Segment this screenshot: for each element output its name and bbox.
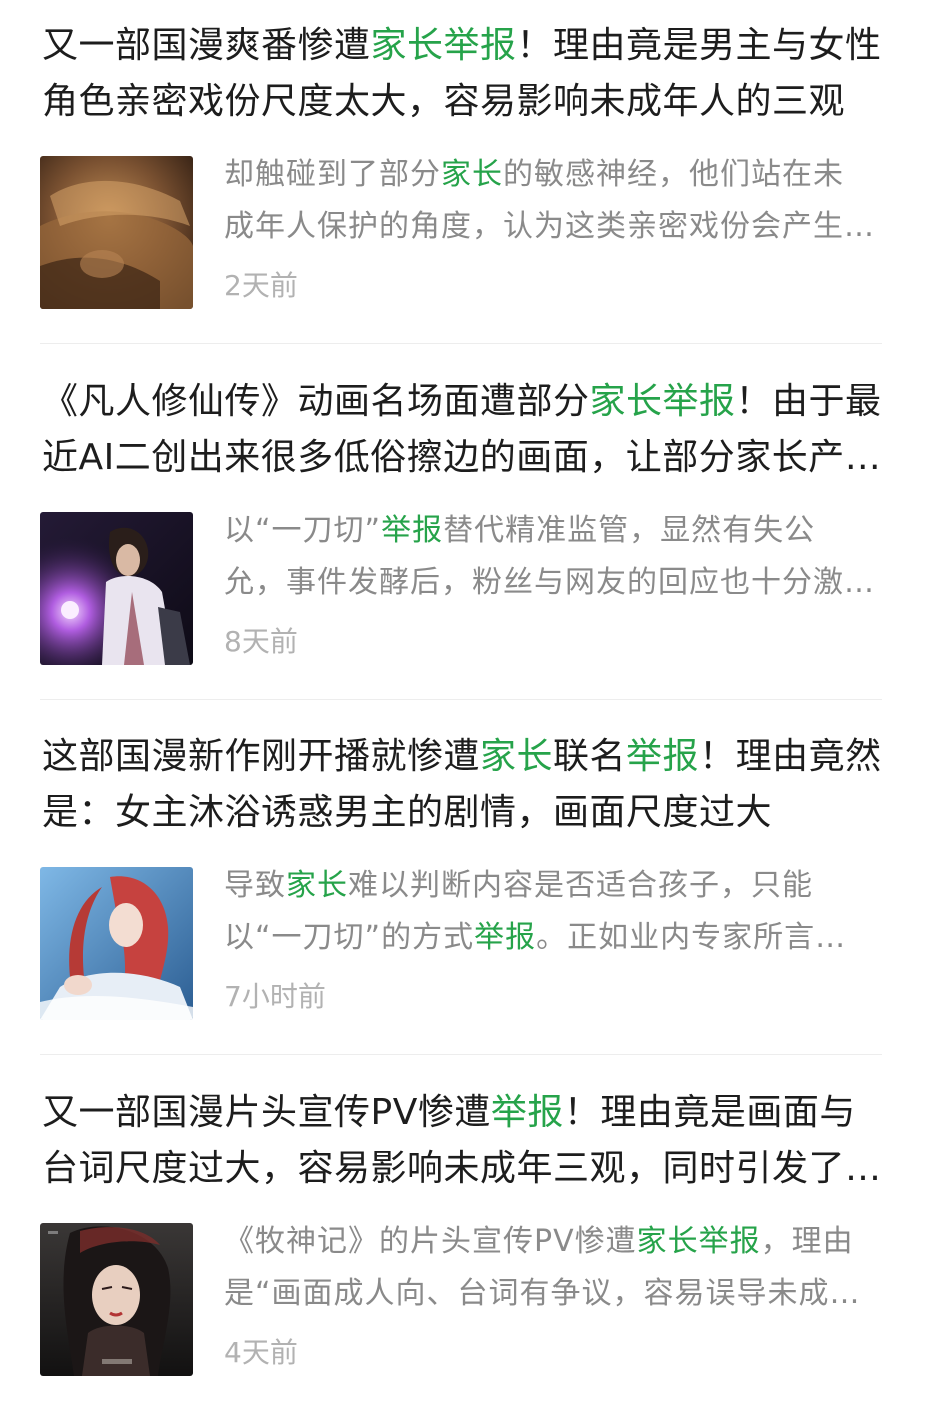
- result-item-2[interactable]: 《凡人修仙传》动画名场面遭部分家长举报！由于最近AI二创出来很多低俗擦边的画面，…: [0, 356, 936, 711]
- result-title[interactable]: 又一部国漫爽番惨遭家长举报！理由竟是男主与女性角色亲密戏份尺度太大，容易影响未成…: [42, 18, 882, 130]
- snippet-keyword-highlight: 举报: [381, 513, 444, 548]
- snippet-text: 却触碰到了部分: [224, 157, 441, 192]
- result-timestamp: 7小时前: [224, 980, 326, 1013]
- snippet-keyword-highlight: 家长: [441, 157, 503, 192]
- title-keyword-highlight: 家长: [480, 736, 554, 777]
- title-text: 联名: [553, 736, 627, 777]
- snippet-text: 以“一刀切”: [224, 513, 382, 548]
- title-keyword-highlight: 家长举报: [370, 25, 517, 66]
- result-timestamp: 2天前: [224, 269, 298, 302]
- result-item-3[interactable]: 这部国漫新作刚开播就惨遭家长联名举报！理由竟然是：女主沐浴诱惑男主的剧情，画面尺…: [0, 711, 936, 1066]
- snippet-keyword-highlight: 家长举报: [636, 1224, 761, 1259]
- cultivator-purple-magic-thumbnail: [40, 512, 193, 665]
- result-snippet: 《牧神记》的片头宣传PV惨遭家长举报，理由是“画面成人向、台词有争议，容易误导未…: [224, 1216, 874, 1320]
- title-text: 这部国漫新作刚开播就惨遭: [42, 736, 481, 777]
- result-title[interactable]: 又一部国漫片头宣传PV惨遭举报！理由竟是画面与台词尺度过大，容易影响未成年三观，…: [42, 1085, 882, 1197]
- title-text: 又一部国漫爽番惨遭: [42, 25, 371, 66]
- snippet-keyword-highlight: 家长: [286, 868, 348, 903]
- result-snippet: 却触碰到了部分家长的敏感神经，他们站在未成年人保护的角度，认为这类亲密戏份会产生…: [224, 149, 874, 253]
- result-timestamp: 8天前: [224, 625, 298, 658]
- divider: [40, 343, 882, 344]
- result-snippet: 导致家长难以判断内容是否适合孩子，只能以“一刀切”的方式举报。正如业内专家所言，…: [224, 860, 874, 964]
- result-item-4[interactable]: 又一部国漫片头宣传PV惨遭举报！理由竟是画面与台词尺度过大，容易影响未成年三观，…: [0, 1067, 936, 1422]
- result-title[interactable]: 《凡人修仙传》动画名场面遭部分家长举报！由于最近AI二创出来很多低俗擦边的画面，…: [42, 374, 882, 486]
- result-thumbnail[interactable]: [40, 156, 193, 309]
- result-thumbnail[interactable]: [40, 1223, 193, 1376]
- result-title[interactable]: 这部国漫新作刚开播就惨遭家长联名举报！理由竟然是：女主沐浴诱惑男主的剧情，画面尺…: [42, 729, 882, 841]
- title-text: 《凡人修仙传》动画名场面遭部分: [42, 381, 590, 422]
- title-keyword-highlight: 举报: [490, 1092, 564, 1133]
- title-keyword-highlight: 举报: [626, 736, 700, 777]
- divider: [40, 699, 882, 700]
- result-timestamp: 4天前: [224, 1336, 298, 1369]
- snippet-text: 《牧神记》的片头宣传PV惨遭: [224, 1224, 637, 1259]
- anime-intimate-scene-thumbnail: [40, 156, 193, 309]
- result-item-1[interactable]: 又一部国漫爽番惨遭家长举报！理由竟是男主与女性角色亲密戏份尺度太大，容易影响未成…: [0, 0, 936, 355]
- snippet-text: 导致: [224, 868, 286, 903]
- title-keyword-highlight: 家长举报: [589, 381, 736, 422]
- result-thumbnail[interactable]: [40, 867, 193, 1020]
- dark-haired-woman-pv-thumbnail: [40, 1223, 193, 1376]
- result-thumbnail[interactable]: [40, 512, 193, 665]
- snippet-keyword-highlight: 举报: [474, 920, 537, 955]
- red-haired-heroine-bath-thumbnail: [40, 867, 193, 1020]
- title-text: 又一部国漫片头宣传PV惨遭: [42, 1092, 491, 1133]
- divider: [40, 1054, 882, 1055]
- result-snippet: 以“一刀切”举报替代精准监管，显然有失公允，事件发酵后，粉丝与网友的回应也十分激…: [224, 505, 874, 609]
- search-results-feed: 又一部国漫爽番惨遭家长举报！理由竟是男主与女性角色亲密戏份尺度太大，容易影响未成…: [0, 0, 936, 1396]
